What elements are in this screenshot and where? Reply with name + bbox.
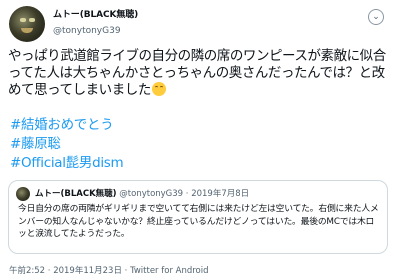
avatar-eye [20, 18, 26, 22]
avatar-eye [29, 18, 35, 22]
avatar-mouth [21, 28, 33, 33]
tweet-text: やっぱり武道館ライブの自分の隣の席のワンピースが素敵に似合ってた人は大ちゃんかさ… [8, 48, 390, 99]
quoted-header: ムトー(BLACK無聴) @tonytonyG39 · 2019年7月8日 [35, 188, 249, 200]
handle[interactable]: @tonytonyG39 [53, 25, 138, 38]
tweet-timestamp[interactable]: 午前2:52 · 2019年11月23日 · Twitter for Andro… [9, 264, 209, 276]
quoted-text: 今日自分の席の両隣がギリギリまで空いてて右側には来たけど左は空いてた。右側に来た… [18, 204, 379, 239]
hashtag-link[interactable]: #Official髭男dism [10, 154, 124, 173]
quoted-date: · 2019年7月8日 [185, 189, 250, 199]
tweet-author[interactable]: ムトー(BLACK無聴) @tonytonyG39 [53, 9, 138, 38]
quoted-display-name: ムトー(BLACK無聴) [35, 189, 117, 199]
hashtag-link[interactable]: #藤原聡 [10, 135, 123, 154]
chevron-down-icon[interactable]: ⌄ [368, 9, 384, 25]
tweet-text-content: やっぱり武道館ライブの自分の隣の席のワンピースが素敵に似合ってた人は大ちゃんかさ… [8, 48, 386, 98]
avatar[interactable] [9, 6, 45, 42]
hashtag-link[interactable]: #結婚おめでとう [10, 116, 123, 135]
smiling-face-emoji-icon [151, 82, 166, 96]
quoted-handle: @tonytonyG39 [119, 189, 184, 199]
quoted-avatar [16, 187, 30, 201]
display-name[interactable]: ムトー(BLACK無聴) [53, 9, 138, 22]
hashtag-list: #結婚おめでとう #藤原聡 #Official髭男dism [10, 116, 124, 173]
quoted-tweet[interactable]: ムトー(BLACK無聴) @tonytonyG39 · 2019年7月8日 今日… [8, 180, 388, 254]
